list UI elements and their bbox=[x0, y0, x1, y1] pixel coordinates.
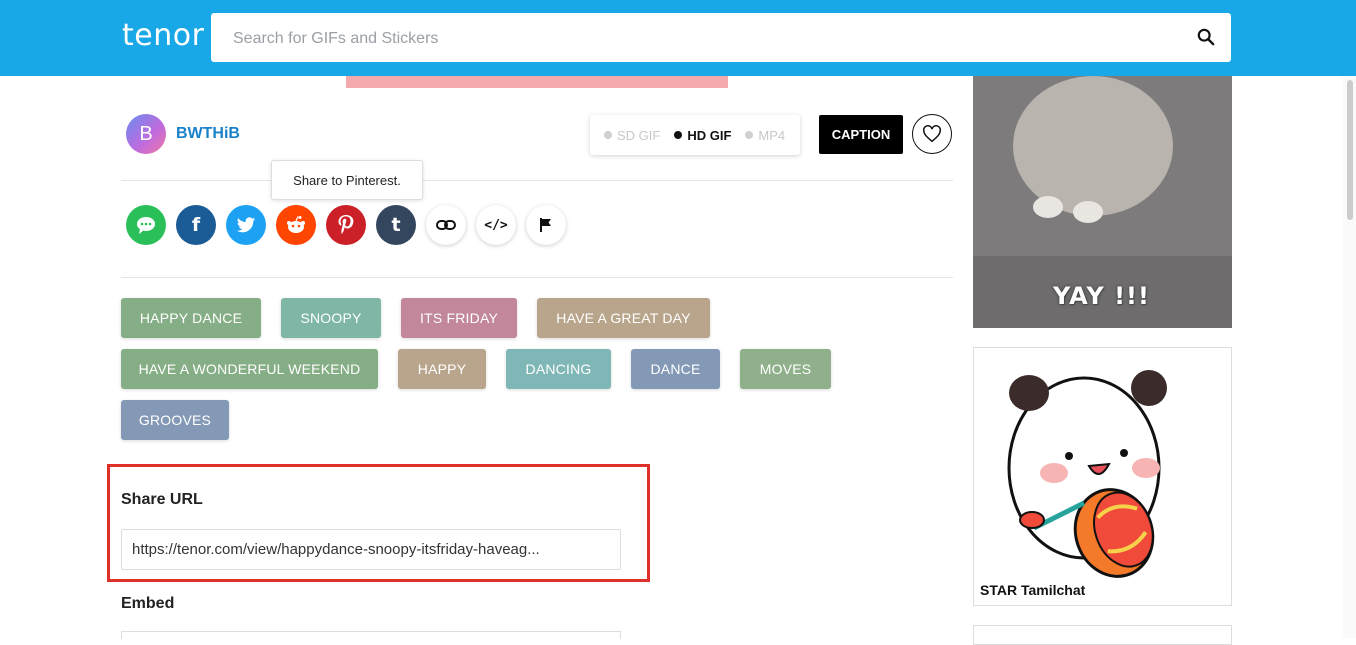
share-reddit-button[interactable] bbox=[276, 205, 316, 245]
quality-selector: SD GIF HD GIF MP4 bbox=[590, 115, 800, 155]
tag-happy[interactable]: HAPPY bbox=[398, 349, 486, 389]
gif-image bbox=[1033, 196, 1063, 218]
reddit-icon bbox=[287, 216, 305, 233]
share-twitter-button[interactable] bbox=[226, 205, 266, 245]
tag-snoopy[interactable]: SNOOPY bbox=[281, 298, 381, 338]
tag-have-a-great-day[interactable]: HAVE A GREAT DAY bbox=[537, 298, 710, 338]
heart-icon bbox=[923, 125, 941, 143]
quality-label: MP4 bbox=[758, 127, 786, 143]
quality-label: SD GIF bbox=[617, 127, 661, 143]
report-button[interactable] bbox=[526, 205, 566, 245]
main-gif-bottom-edge bbox=[346, 76, 728, 88]
pinterest-icon bbox=[338, 215, 354, 234]
code-icon: </> bbox=[484, 217, 508, 233]
tag-dancing[interactable]: DANCING bbox=[506, 349, 611, 389]
gif-image bbox=[1013, 76, 1173, 216]
message-icon bbox=[137, 217, 155, 234]
divider bbox=[121, 180, 953, 181]
share-message-button[interactable] bbox=[126, 205, 166, 245]
share-url-label: Share URL bbox=[121, 491, 203, 508]
tag-happy-dance[interactable]: HAPPY DANCE bbox=[121, 298, 261, 338]
embed-code-button[interactable]: </> bbox=[476, 205, 516, 245]
share-buttons: f t </> bbox=[126, 205, 576, 245]
link-icon bbox=[436, 220, 456, 230]
search-bar[interactable] bbox=[211, 13, 1231, 64]
search-icon[interactable] bbox=[1197, 28, 1215, 46]
radio-dot-icon bbox=[745, 131, 754, 139]
radio-dot-icon bbox=[674, 131, 683, 139]
quality-option-hd-gif[interactable]: HD GIF bbox=[674, 128, 731, 143]
tag-moves[interactable]: MOVES bbox=[740, 349, 831, 389]
share-tumblr-button[interactable]: t bbox=[376, 205, 416, 245]
top-header: tenor bbox=[0, 0, 1356, 76]
watermark: STAR Tamilchat bbox=[980, 582, 1086, 598]
related-gif[interactable] bbox=[973, 625, 1232, 645]
quality-option-mp4[interactable]: MP4 bbox=[745, 128, 785, 143]
author-avatar[interactable]: B bbox=[126, 114, 166, 154]
author-name[interactable]: BWTHiB bbox=[176, 125, 240, 143]
search-input[interactable] bbox=[231, 13, 1185, 64]
facebook-icon: f bbox=[191, 214, 201, 236]
embed-label: Embed bbox=[121, 595, 175, 612]
flag-icon bbox=[540, 218, 551, 232]
tag-dance[interactable]: DANCE bbox=[631, 349, 720, 389]
scrollbar-thumb[interactable] bbox=[1347, 80, 1353, 220]
tenor-logo[interactable]: tenor bbox=[122, 18, 204, 53]
copy-link-button[interactable] bbox=[426, 205, 466, 245]
twitter-icon bbox=[236, 216, 256, 232]
divider bbox=[121, 277, 953, 278]
share-tooltip: Share to Pinterest. bbox=[271, 160, 423, 200]
radio-dot-icon bbox=[604, 131, 612, 139]
share-url-field[interactable]: https://tenor.com/view/happydance-snoopy… bbox=[121, 529, 621, 570]
tag-its-friday[interactable]: ITS FRIDAY bbox=[401, 298, 517, 338]
quality-label: HD GIF bbox=[687, 127, 732, 143]
share-pinterest-button[interactable] bbox=[326, 205, 366, 245]
favorite-button[interactable] bbox=[912, 114, 952, 154]
tag-have-a-wonderful-weekend[interactable]: HAVE A WONDERFUL WEEKEND bbox=[121, 349, 378, 389]
quality-option-sd-gif[interactable]: SD GIF bbox=[604, 128, 660, 143]
related-gif-yay[interactable]: YAY !!! bbox=[973, 76, 1232, 328]
share-facebook-button[interactable]: f bbox=[176, 205, 216, 245]
panda-drum-image bbox=[1007, 370, 1167, 578]
tag-grooves[interactable]: GROOVES bbox=[121, 400, 229, 440]
tumblr-icon: t bbox=[391, 214, 401, 236]
gif-image bbox=[1073, 201, 1103, 223]
gif-caption: YAY !!! bbox=[1053, 282, 1150, 310]
related-gif-panda[interactable]: STAR Tamilchat bbox=[973, 347, 1232, 606]
caption-button[interactable]: CAPTION bbox=[819, 115, 903, 154]
